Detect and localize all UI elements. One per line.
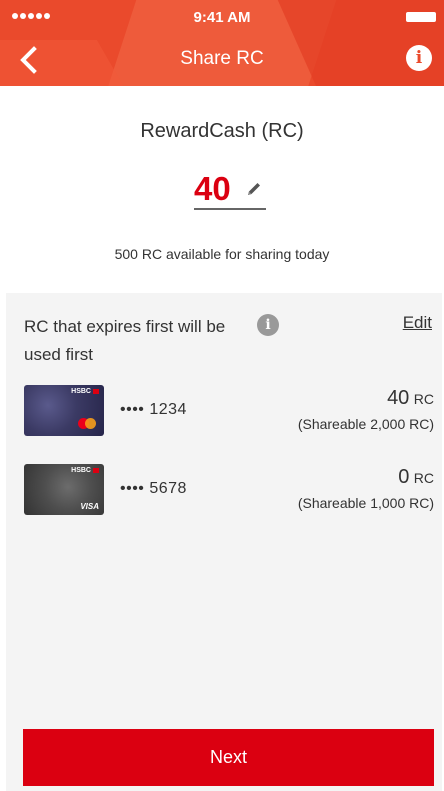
card-rc-unit: RC xyxy=(413,470,434,486)
available-for-sharing-text: 500 RC available for sharing today xyxy=(114,246,330,262)
page-title: Share RC xyxy=(180,48,264,69)
hsbc-logo: HSBC xyxy=(71,388,99,395)
card-rc-amount: 0 RC xyxy=(398,466,434,489)
card-number: •••• 5678 xyxy=(120,480,187,497)
card-rc-amount: 40 RC xyxy=(387,387,434,410)
reward-cash-title: RewardCash (RC) xyxy=(140,120,304,142)
card-row[interactable]: HSBC •••• 1234 40 RC (Shareable 2,000 RC… xyxy=(24,383,434,439)
edit-link[interactable]: Edit xyxy=(403,313,432,333)
card-rc-unit: RC xyxy=(413,391,434,407)
status-time: 9:41 AM xyxy=(193,9,251,26)
amount-section: RewardCash (RC) 40 500 RC available for … xyxy=(0,86,444,262)
rc-amount-value: 40 xyxy=(194,170,231,207)
rule-info-button[interactable]: i xyxy=(257,314,279,336)
mastercard-logo-icon xyxy=(78,418,96,429)
credit-card-image: HSBC VISA xyxy=(24,464,104,515)
battery-icon xyxy=(406,12,436,22)
card-number: •••• 1234 xyxy=(120,401,187,418)
info-button[interactable]: i xyxy=(406,45,432,71)
card-row[interactable]: HSBC VISA •••• 5678 0 RC (Shareable 1,00… xyxy=(24,462,434,518)
card-shareable-text: (Shareable 2,000 RC) xyxy=(297,416,434,432)
visa-logo-icon: VISA xyxy=(80,502,99,511)
card-selection-panel: RC that expires first will be used first… xyxy=(6,293,442,791)
card-rc-value: 0 xyxy=(398,466,410,488)
info-icon: i xyxy=(415,48,423,68)
usage-rule-text: RC that expires first will be used first xyxy=(24,317,226,364)
next-button[interactable]: Next xyxy=(23,729,434,786)
card-rc-value: 40 xyxy=(387,387,410,409)
status-bar: 9:41 AM xyxy=(0,0,444,34)
card-shareable-text: (Shareable 1,000 RC) xyxy=(297,495,434,511)
credit-card-image: HSBC xyxy=(24,385,104,436)
nav-bar: Share RC i xyxy=(0,34,444,86)
app-header: 9:41 AM Share RC i xyxy=(0,0,444,86)
hsbc-logo: HSBC xyxy=(71,467,99,474)
rc-amount-input[interactable]: 40 xyxy=(194,170,266,210)
info-icon: i xyxy=(265,317,271,333)
pencil-icon[interactable] xyxy=(246,181,262,197)
